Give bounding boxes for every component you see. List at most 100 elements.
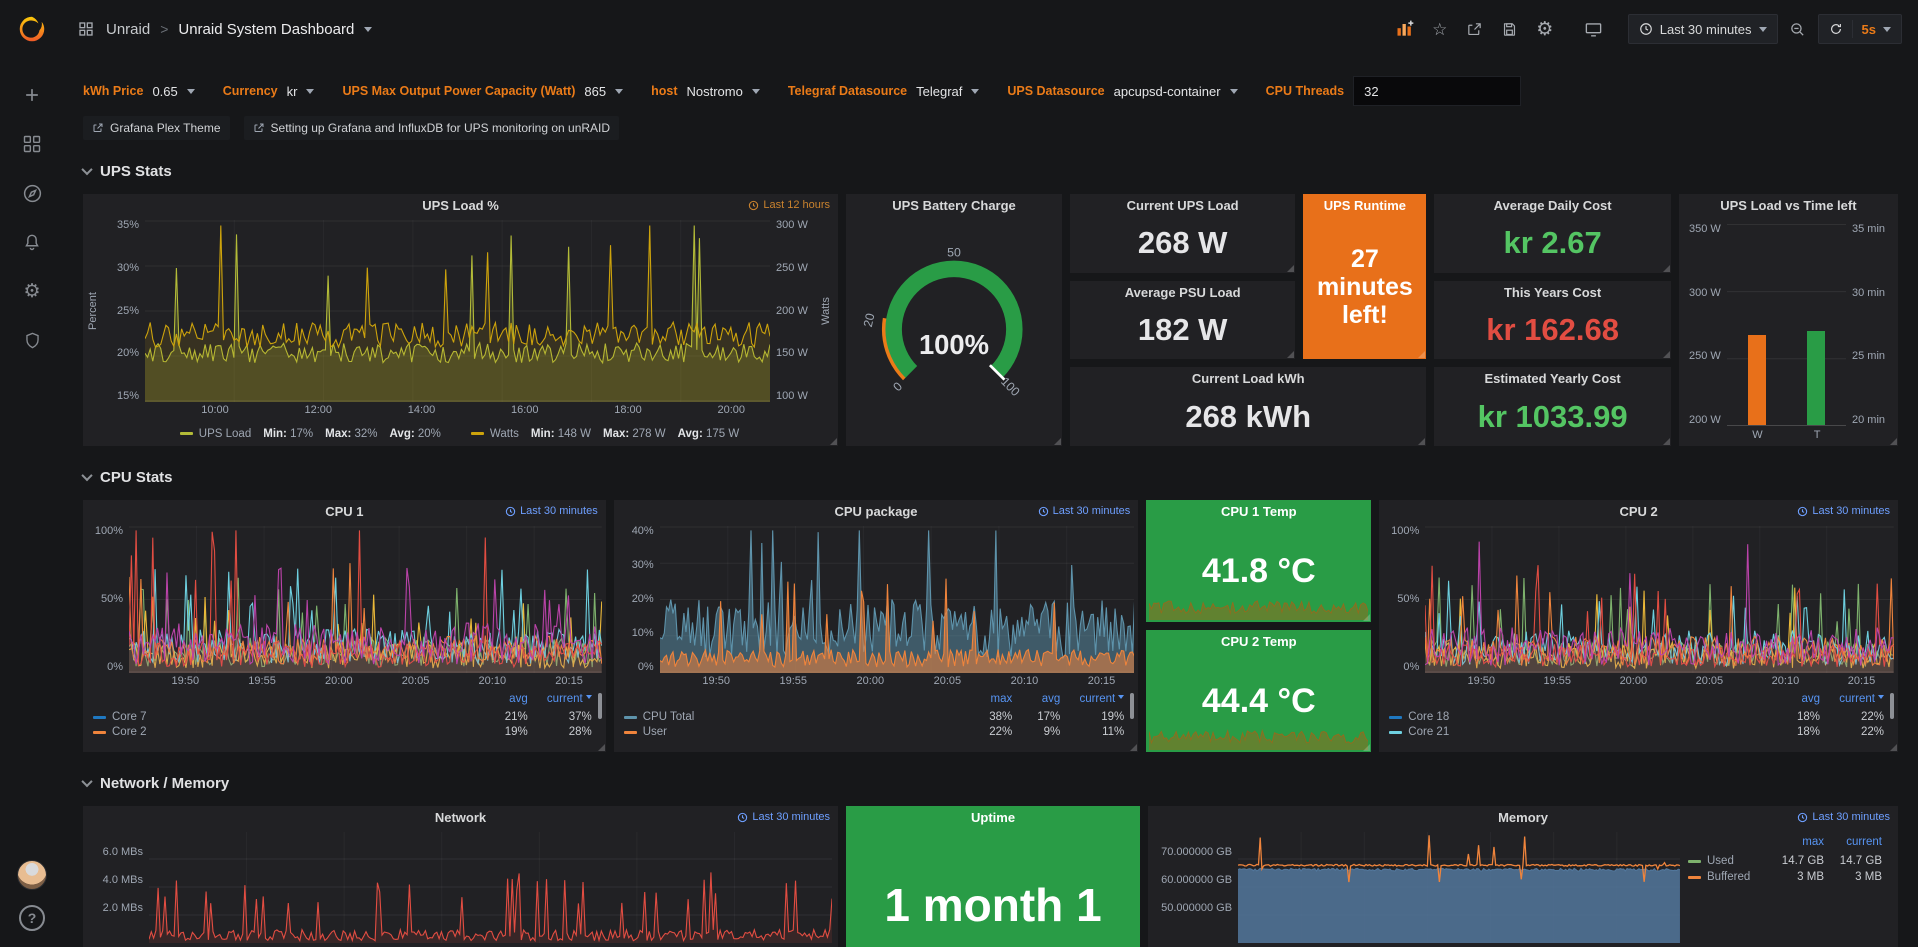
bar-time-left[interactable] (1807, 331, 1825, 425)
panel-estimated-yearly-cost: Estimated Yearly Cost kr 1033.99 (1434, 367, 1670, 446)
breadcrumb-separator: > (160, 21, 168, 37)
svg-text:20: 20 (861, 312, 878, 328)
share-button[interactable] (1460, 14, 1490, 44)
main-area: Unraid > Unraid System Dashboard ☆ (64, 0, 1918, 947)
legend-series[interactable]: Core 2 (93, 726, 472, 738)
y-axis-label-left: Percent (85, 220, 101, 402)
template-variables-bar: kWh Price 0.65 Currency kr UPS Max Outpu… (83, 76, 1898, 106)
panel-title[interactable]: UPS Load % (83, 194, 838, 218)
variable-telegraf-datasource[interactable]: Telegraf Datasource Telegraf (788, 84, 980, 99)
legend-scrollbar[interactable] (1890, 693, 1894, 719)
legend-series[interactable]: Core 7 (93, 711, 472, 723)
legend-scrollbar[interactable] (1130, 693, 1134, 719)
axis-tick-label: 300 W (1689, 288, 1721, 299)
link-ups-monitoring-guide[interactable]: Setting up Grafana and InfluxDB for UPS … (244, 116, 620, 140)
cpu-package-plot[interactable] (660, 526, 1135, 673)
save-button[interactable] (1495, 14, 1525, 44)
row-header-network-memory[interactable]: Network / Memory (83, 772, 1898, 794)
star-button[interactable]: ☆ (1425, 14, 1455, 44)
bar-watts[interactable] (1748, 335, 1766, 425)
variable-host[interactable]: host Nostromo (651, 84, 760, 99)
cpu1-plot[interactable] (129, 526, 602, 673)
axis-tick-label: 20:05 (1696, 675, 1724, 690)
network-plot[interactable] (149, 832, 832, 943)
panel-time-override[interactable]: Last 30 minutes (1797, 811, 1890, 823)
external-link-icon (253, 122, 265, 134)
legend-series-watts[interactable]: Watts Min: 148 W Max: 278 W Avg: 175 W (471, 428, 739, 440)
ups-load-plot[interactable] (145, 220, 770, 402)
variable-kwh-price[interactable]: kWh Price 0.65 (83, 84, 195, 99)
chevron-down-icon (1883, 27, 1891, 36)
sparkline (1149, 724, 1368, 750)
panel-time-override[interactable]: Last 30 minutes (1038, 505, 1131, 517)
legend-series-ups-load[interactable]: UPS Load Min: 17% Max: 32% Avg: 20% (180, 428, 441, 440)
variable-ups-datasource[interactable]: UPS Datasource apcupsd-container (1007, 84, 1237, 99)
ups-singlestat-grid: Current UPS Load 268 W UPS Runtime 27 mi… (1070, 194, 1671, 446)
stat-value: 182 W (1138, 312, 1228, 348)
cpu1-legend: avg current Core 7 21% 37% Core 2 19% 28… (85, 690, 602, 752)
axis-tick-label: 20:15 (1848, 675, 1876, 690)
axis-tick-label: 20:00 (718, 404, 746, 419)
tv-kiosk-button[interactable] (1579, 14, 1609, 44)
legend-series[interactable]: Used (1688, 855, 1766, 867)
stat-value: 268 kWh (1185, 399, 1311, 435)
axis-tick-label: 50% (1397, 594, 1419, 605)
panel-cpu1-temp: CPU 1 Temp 41.8 °C (1146, 500, 1371, 622)
battery-gauge: 0 20 50 100 100% (846, 218, 1062, 446)
panel-cpu2-temp: CPU 2 Temp 44.4 °C (1146, 630, 1371, 752)
grafana-logo-icon[interactable] (15, 0, 49, 58)
create-icon[interactable] (21, 84, 43, 106)
panel-time-override[interactable]: Last 30 minutes (1797, 505, 1890, 517)
legend-series[interactable]: CPU Total (624, 711, 959, 723)
bar-plot[interactable] (1727, 224, 1846, 426)
axis-tick-label: 250 W (1689, 351, 1721, 362)
time-range-picker[interactable]: Last 30 minutes (1628, 14, 1778, 44)
panel-current-load-kwh: Current Load kWh 268 kWh (1070, 367, 1426, 446)
legend-series[interactable]: Core 18 (1389, 711, 1764, 723)
panel-time-override[interactable]: Last 30 minutes (505, 505, 598, 517)
axis-tick-label: 50% (101, 594, 123, 605)
breadcrumb[interactable]: Unraid > Unraid System Dashboard (76, 14, 372, 44)
cpu2-plot[interactable] (1425, 526, 1894, 673)
axis-tick-label: 20:00 (325, 675, 353, 690)
cpu-threads-input[interactable] (1353, 76, 1521, 106)
server-admin-shield-icon[interactable] (21, 329, 43, 351)
legend-series[interactable]: Core 21 (1389, 726, 1764, 738)
dashboard-title[interactable]: Unraid System Dashboard (178, 21, 354, 38)
axis-tick-label: 100% (95, 526, 123, 537)
memory-plot[interactable] (1238, 832, 1680, 943)
alerting-bell-icon[interactable] (21, 231, 43, 253)
axis-tick-label: 60.000000 GB (1161, 874, 1232, 902)
chevron-down-icon (971, 89, 979, 98)
time-range-label: Last 30 minutes (1660, 22, 1752, 37)
variable-ups-max-output[interactable]: UPS Max Output Power Capacity (Watt) 865 (342, 84, 623, 99)
settings-gear-button[interactable]: ⚙ (1530, 14, 1560, 44)
row-header-cpu-stats[interactable]: CPU Stats (83, 466, 1898, 488)
help-icon[interactable]: ? (19, 905, 45, 931)
breadcrumb-folder[interactable]: Unraid (106, 21, 150, 38)
legend-scrollbar[interactable] (598, 693, 602, 719)
chevron-down-icon (81, 164, 92, 175)
axis-tick-label: 350 W (1689, 224, 1721, 235)
panel-title[interactable]: UPS Battery Charge (846, 194, 1062, 218)
panel-time-override[interactable]: Last 30 minutes (737, 811, 830, 823)
chevron-down-icon (1759, 27, 1767, 36)
user-avatar[interactable] (17, 860, 47, 890)
add-panel-button[interactable] (1390, 14, 1420, 44)
link-grafana-plex-theme[interactable]: Grafana Plex Theme (83, 116, 230, 140)
cpu-package-legend: max avg current CPU Total 38% 17% 19% Us… (616, 690, 1135, 752)
panel-time-override[interactable]: Last 12 hours (748, 199, 830, 211)
explore-compass-icon[interactable] (21, 182, 43, 204)
axis-tick-label: 25% (117, 306, 139, 317)
refresh-picker[interactable]: 5s (1818, 14, 1902, 44)
series-color-swatch (471, 432, 484, 435)
row-header-ups-stats[interactable]: UPS Stats (83, 160, 1898, 182)
legend-series[interactable]: User (624, 726, 959, 738)
legend-series[interactable]: Buffered (1688, 871, 1766, 883)
variable-currency[interactable]: Currency kr (223, 84, 315, 99)
axis-tick-label: 0% (107, 662, 123, 673)
dashboards-icon[interactable] (21, 133, 43, 155)
grafana-app: ⚙ ? Unraid > (0, 0, 1918, 947)
zoom-out-button[interactable] (1783, 14, 1813, 44)
configuration-gear-icon[interactable]: ⚙ (21, 280, 43, 302)
